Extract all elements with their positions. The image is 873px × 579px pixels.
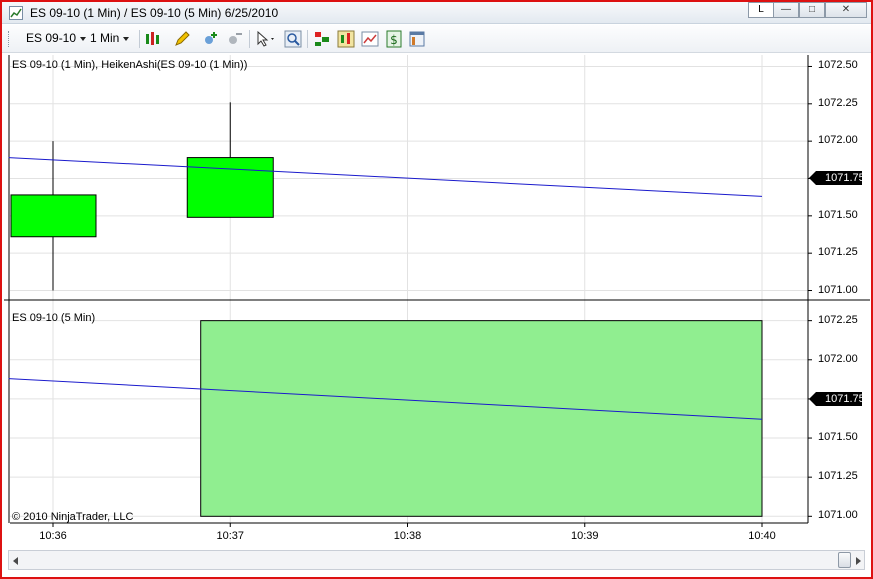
instrument-selector[interactable]: ES 09-10 bbox=[26, 31, 87, 47]
scrollbar-thumb[interactable] bbox=[838, 552, 851, 568]
time-tick-label: 10:38 bbox=[393, 530, 422, 542]
svg-text:$: $ bbox=[390, 33, 398, 47]
chart-window: ES 09-10 (1 Min) / ES 09-10 (5 Min) 6/25… bbox=[0, 0, 873, 579]
window-title: ES 09-10 (1 Min) / ES 09-10 (5 Min) 6/25… bbox=[30, 6, 279, 20]
top-last-price-badge: 1071.75 bbox=[809, 171, 865, 186]
price-tick-label: 1072.50 bbox=[818, 59, 858, 72]
price-tick-label: 1071.50 bbox=[818, 208, 858, 221]
price-tick-label: 1071.25 bbox=[818, 470, 858, 483]
time-tick-label: 10:39 bbox=[570, 530, 599, 542]
chart-style-icon[interactable] bbox=[337, 30, 355, 48]
copyright-label: © 2010 NinjaTrader, LLC bbox=[12, 511, 134, 523]
toolbar-separator bbox=[307, 30, 308, 48]
price-tick-label: 1072.25 bbox=[818, 313, 858, 326]
top-panel-title: ES 09-10 (1 Min), HeikenAshi(ES 09-10 (1… bbox=[12, 59, 248, 71]
drawing-tool-icon[interactable] bbox=[173, 30, 191, 48]
toolbar-separator bbox=[249, 30, 250, 48]
toolbar-grip[interactable] bbox=[8, 31, 11, 47]
price-tick-label: 1071.50 bbox=[818, 431, 858, 444]
zoom-icon[interactable] bbox=[284, 30, 302, 48]
interval-label: 1 Min bbox=[90, 31, 120, 45]
bar-type-icon[interactable] bbox=[144, 30, 162, 48]
chart-canvas[interactable] bbox=[4, 55, 870, 545]
scroll-left-icon[interactable] bbox=[13, 557, 18, 565]
close-button[interactable]: ✕ bbox=[825, 2, 867, 18]
price-tick-label: 1072.00 bbox=[818, 134, 858, 147]
link-button[interactable]: L bbox=[748, 2, 774, 18]
time-tick-label: 10:37 bbox=[216, 530, 245, 542]
chart-trader-icon[interactable] bbox=[361, 30, 379, 48]
scroll-right-icon[interactable] bbox=[856, 557, 861, 565]
dollar-icon[interactable]: $ bbox=[385, 30, 403, 48]
time-tick-label: 10:36 bbox=[39, 530, 67, 542]
price-tick-label: 1071.25 bbox=[818, 246, 858, 259]
add-indicator-icon[interactable] bbox=[202, 30, 220, 48]
price-tick-label: 1072.00 bbox=[818, 352, 858, 365]
instrument-label: ES 09-10 bbox=[26, 31, 77, 45]
price-tick-label: 1071.00 bbox=[818, 509, 858, 522]
price-tick-label: 1071.00 bbox=[818, 283, 858, 296]
minimize-button[interactable]: — bbox=[773, 2, 799, 18]
trend-line bbox=[8, 157, 763, 197]
time-tick-label: 10:40 bbox=[748, 530, 776, 542]
maximize-button[interactable]: □ bbox=[799, 2, 825, 18]
five-min-bar bbox=[200, 320, 763, 517]
bottom-last-price-badge: 1071.75 bbox=[809, 391, 865, 406]
heiken-ashi-candle bbox=[186, 157, 274, 218]
window-controls: — □ ✕ bbox=[773, 2, 867, 20]
pointer-icon[interactable] bbox=[255, 30, 274, 48]
chart-app-icon bbox=[9, 6, 23, 20]
chart-area[interactable]: ES 09-10 (1 Min), HeikenAshi(ES 09-10 (1… bbox=[4, 55, 870, 545]
strategies-icon[interactable] bbox=[313, 30, 331, 48]
interval-selector[interactable]: 1 Min bbox=[90, 31, 130, 47]
properties-icon[interactable] bbox=[408, 30, 426, 48]
chevron-down-icon bbox=[80, 36, 87, 41]
horizontal-scrollbar[interactable] bbox=[8, 550, 865, 570]
toolbar-separator bbox=[139, 30, 140, 48]
chevron-down-icon bbox=[123, 36, 130, 41]
title-bar[interactable]: ES 09-10 (1 Min) / ES 09-10 (5 Min) 6/25… bbox=[2, 2, 871, 24]
heiken-ashi-candle bbox=[10, 194, 97, 238]
chart-toolbar: ES 09-10 1 Min $ bbox=[2, 25, 871, 53]
price-tick-label: 1072.25 bbox=[818, 96, 858, 109]
bottom-panel-title: ES 09-10 (5 Min) bbox=[12, 312, 96, 324]
remove-indicator-icon[interactable] bbox=[226, 30, 244, 48]
